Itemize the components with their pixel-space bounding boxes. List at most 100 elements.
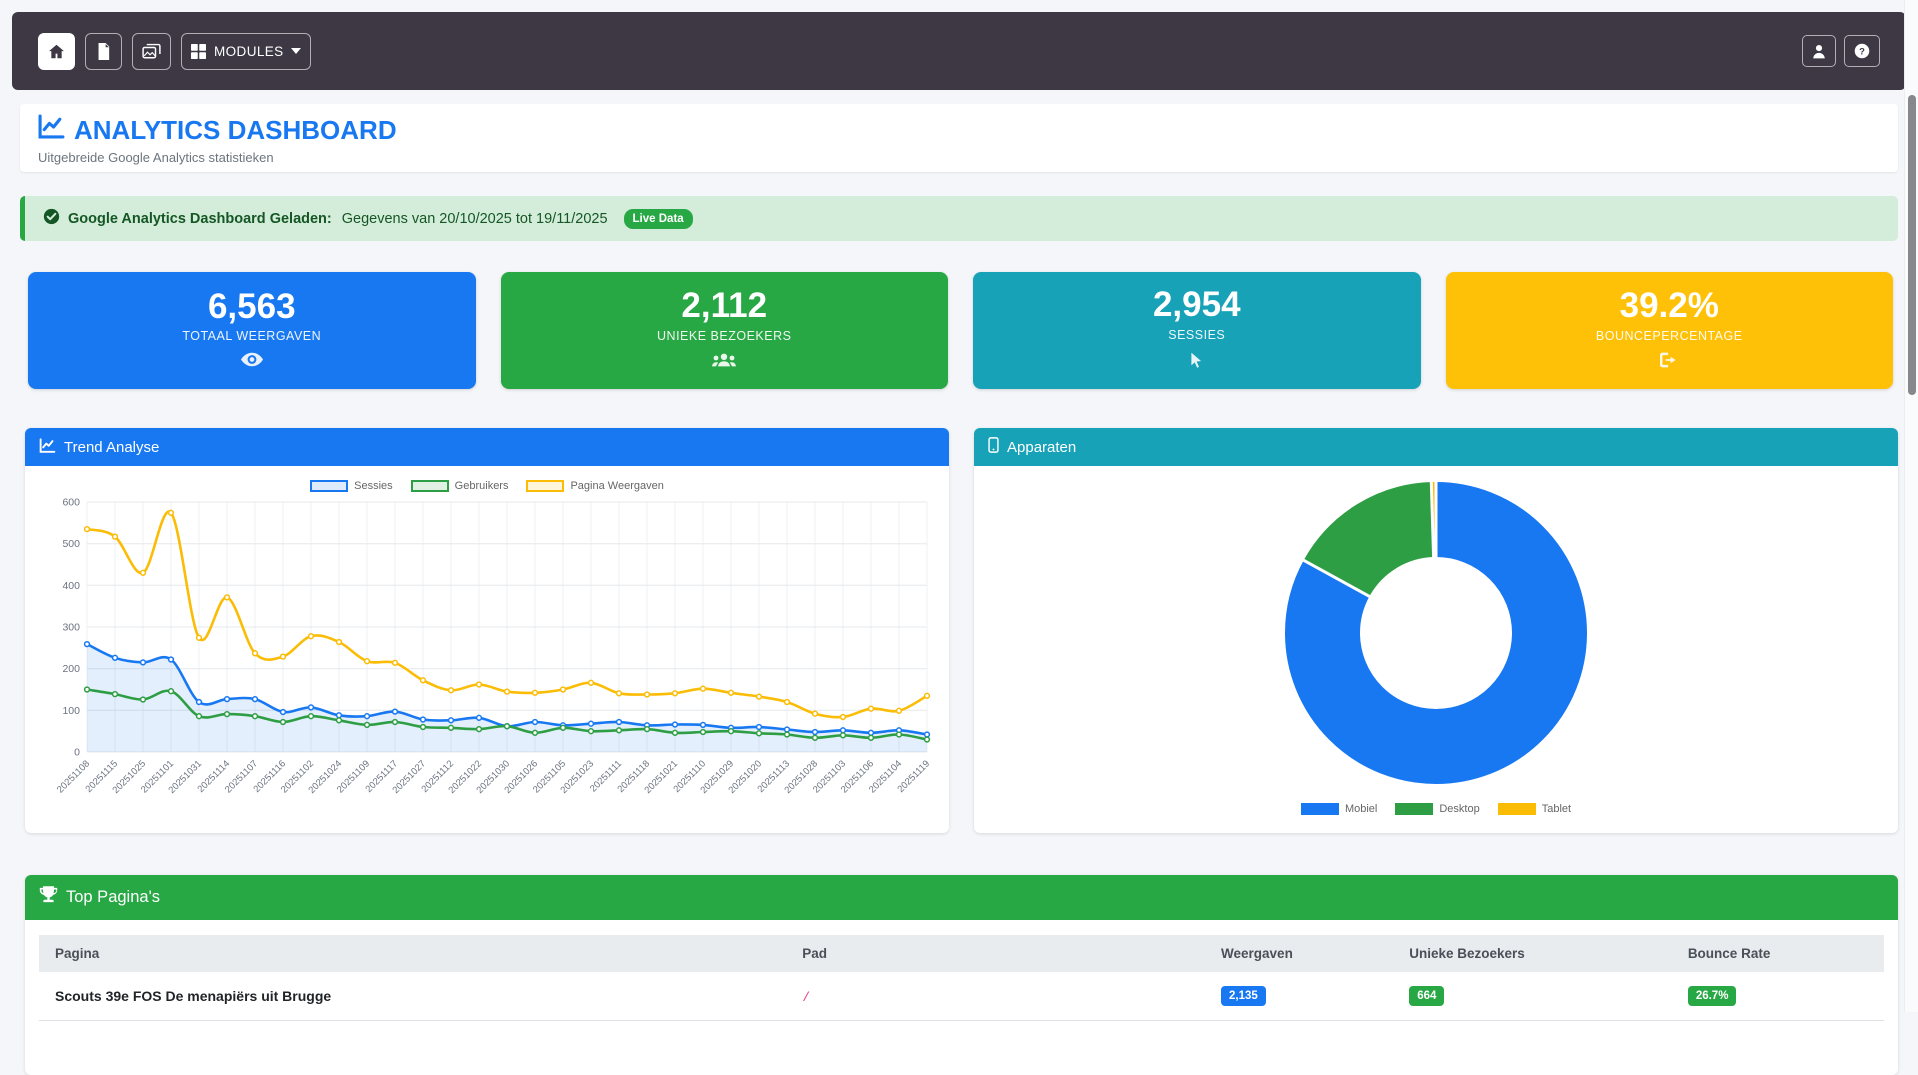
views-badge: 2,135 — [1221, 986, 1266, 1006]
legend-item[interactable]: Mobiel — [1301, 803, 1377, 815]
data-point — [281, 720, 286, 725]
devices-chart-header: Apparaten — [974, 428, 1898, 466]
data-point — [813, 735, 818, 740]
grid-icon — [191, 44, 206, 59]
data-point — [841, 728, 846, 733]
sign-out-icon — [1446, 352, 1894, 373]
data-point — [645, 692, 650, 697]
data-point — [673, 722, 678, 727]
data-point — [169, 689, 174, 694]
y-axis-label: 0 — [74, 747, 80, 759]
media-button[interactable] — [132, 33, 171, 70]
page-name-cell: Scouts 39e FOS De menapiërs uit Brugge — [39, 972, 786, 1021]
data-point — [645, 727, 650, 732]
data-point — [757, 725, 762, 730]
y-axis-label: 200 — [62, 663, 80, 675]
eye-icon — [28, 352, 476, 372]
data-point — [869, 735, 874, 740]
legend-item[interactable]: Tablet — [1498, 803, 1571, 815]
user-icon — [1812, 44, 1826, 59]
page-scrollbar-thumb[interactable] — [1908, 95, 1916, 395]
data-point — [421, 678, 426, 683]
top-navbar: MODULES ? — [12, 12, 1906, 90]
top-pages-table-wrap: PaginaPadWeergavenUnieke BezoekersBounce… — [25, 920, 1898, 1036]
data-point — [85, 687, 90, 692]
devices-chart-card: Apparaten Mobiel Desktop Tablet — [974, 428, 1898, 833]
modules-dropdown[interactable]: MODULES — [181, 33, 311, 70]
data-point — [701, 686, 706, 691]
column-header: Weergaven — [1205, 935, 1393, 972]
devices-chart-legend[interactable]: Mobiel Desktop Tablet — [988, 803, 1884, 815]
stat-card-unique-visitors: 2,112 UNIEKE BEZOEKERS — [501, 272, 949, 389]
data-point — [197, 700, 202, 705]
stat-label: UNIEKE BEZOEKERS — [501, 329, 949, 343]
data-point — [449, 718, 454, 723]
data-point — [421, 725, 426, 730]
legend-swatch — [310, 480, 348, 492]
data-point — [869, 706, 874, 711]
home-button[interactable] — [38, 33, 75, 70]
data-point — [533, 690, 538, 695]
views-cell: 2,135 — [1205, 972, 1393, 1021]
trend-chart-canvas[interactable]: 2025110820251115202510252025110120251031… — [39, 494, 935, 817]
legend-label: Pagina Weergaven — [570, 480, 663, 492]
stat-label: SESSIES — [973, 328, 1421, 342]
visitors-cell: 664 — [1393, 972, 1672, 1021]
data-point — [393, 660, 398, 665]
legend-label: Tablet — [1542, 803, 1571, 815]
visitors-badge: 664 — [1409, 986, 1444, 1006]
data-point — [813, 730, 818, 735]
page-scrollbar-track[interactable] — [1904, 0, 1918, 1012]
data-point — [337, 713, 342, 718]
data-point — [589, 721, 594, 726]
user-button[interactable] — [1802, 35, 1836, 67]
data-point — [533, 720, 538, 725]
data-point — [141, 660, 146, 665]
data-point — [673, 730, 678, 735]
mobile-icon — [988, 437, 999, 457]
data-point — [785, 732, 790, 737]
legend-label: Gebruikers — [455, 480, 509, 492]
data-point — [365, 723, 370, 728]
top-pages-title: Top Pagina's — [66, 888, 160, 907]
trend-chart-legend[interactable]: Sessies Gebruikers Pagina Weergaven — [39, 480, 935, 492]
live-data-badge: Live Data — [624, 209, 693, 229]
images-icon — [142, 43, 161, 60]
legend-label: Mobiel — [1345, 803, 1377, 815]
legend-item[interactable]: Pagina Weergaven — [526, 480, 663, 492]
column-header: Pagina — [39, 935, 786, 972]
data-point — [421, 717, 426, 722]
devices-donut-canvas[interactable] — [988, 466, 1884, 801]
bounce-cell: 26.7% — [1672, 972, 1884, 1021]
legend-swatch — [411, 480, 449, 492]
data-point — [813, 711, 818, 716]
data-point — [785, 727, 790, 732]
stat-value: 39.2% — [1446, 288, 1894, 325]
data-point — [225, 697, 230, 702]
data-point — [617, 691, 622, 696]
y-axis-label: 500 — [62, 538, 80, 550]
pages-button[interactable] — [85, 33, 122, 70]
data-point — [617, 728, 622, 733]
stat-card-sessions: 2,954 SESSIES — [973, 272, 1421, 389]
trend-chart-title: Trend Analyse — [64, 439, 159, 456]
legend-item[interactable]: Gebruikers — [411, 480, 509, 492]
y-axis-label: 300 — [62, 622, 80, 634]
legend-item[interactable]: Desktop — [1395, 803, 1479, 815]
legend-item[interactable]: Sessies — [310, 480, 393, 492]
y-axis-label: 100 — [62, 705, 80, 717]
data-point — [113, 655, 118, 660]
data-point — [449, 688, 454, 693]
table-row: Scouts 39e FOS De menapiërs uit Brugge/2… — [39, 972, 1884, 1021]
help-button[interactable]: ? — [1844, 35, 1880, 67]
data-point — [365, 659, 370, 664]
chart-line-icon — [38, 114, 65, 146]
trend-chart-card: Trend Analyse Sessies Gebruikers Pagina We… — [25, 428, 949, 833]
data-point — [393, 709, 398, 714]
data-point — [113, 534, 118, 539]
data-point — [337, 718, 342, 723]
data-point — [617, 720, 622, 725]
data-point — [337, 640, 342, 645]
legend-label: Desktop — [1439, 803, 1479, 815]
alert-message: Gegevens van 20/10/2025 tot 19/11/2025 — [342, 211, 608, 227]
